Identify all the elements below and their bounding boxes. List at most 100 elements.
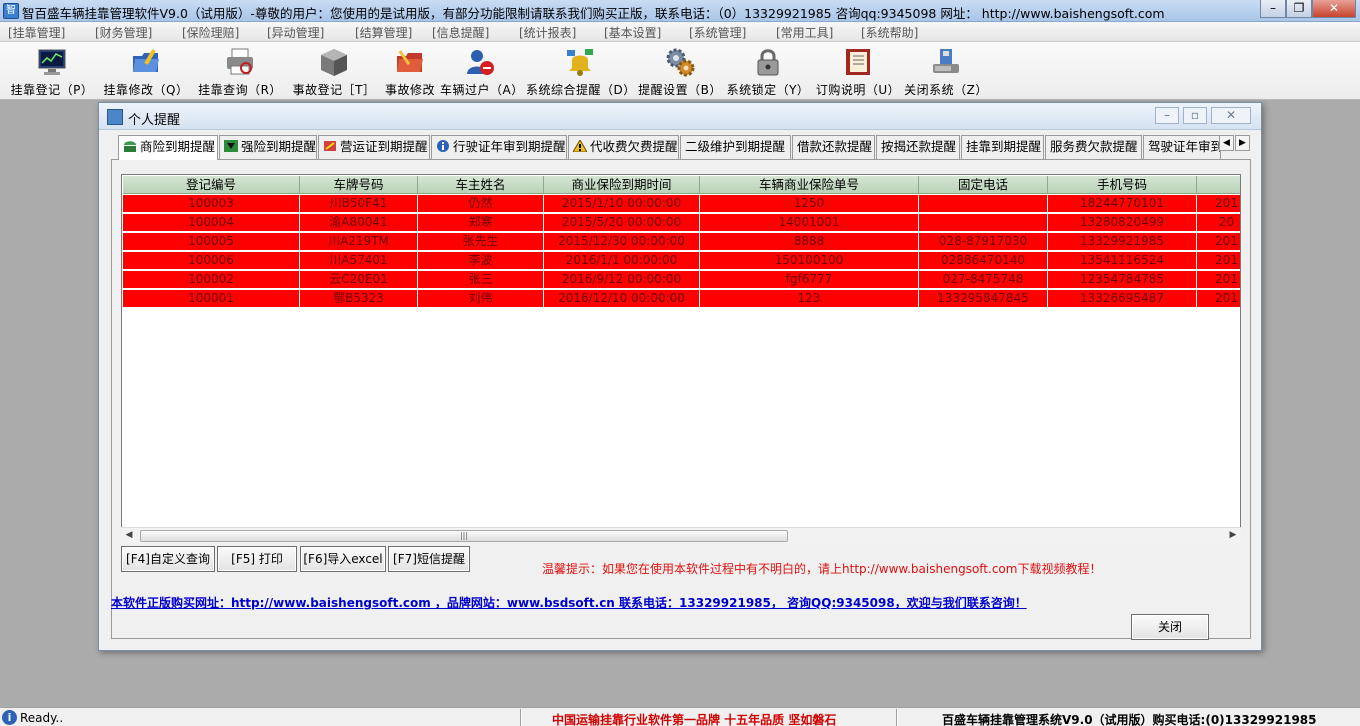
import-excel-button[interactable]: [F6]导入excel [300, 546, 386, 572]
toolbar-query-button[interactable]: 挂靠查询（R） [194, 44, 286, 98]
help-tip: 温馨提示：如果您在使用本软件过程中有不明白的，请上http://www.bais… [542, 562, 1102, 576]
down-arrow-icon [224, 140, 238, 152]
cell-policy: 14001001 [700, 214, 919, 231]
cell-mobile: 13326695487 [1048, 290, 1197, 307]
menu-item-settlement[interactable]: [结算管理] [355, 24, 412, 41]
dialog-maximize-button[interactable]: ▫ [1183, 107, 1207, 124]
toolbar-transfer-button[interactable]: 车辆过户（A） [440, 44, 523, 98]
tab-strip: 商险到期提醒 强险到期提醒 营运证到期提醒 行驶证年审到期提醒 代收费欠费提醒 … [118, 135, 1253, 160]
menu-item-reports[interactable]: [统计报表] [519, 24, 576, 41]
toolbar: 挂靠登记（P） 挂靠修改（Q） 挂靠查询（R） 事故登记［T］ 事故修改 车辆过… [0, 42, 1360, 100]
cell-expiry: 2015/12/30 00:00:00 [544, 233, 700, 250]
scroll-right-arrow-icon[interactable]: ▶ [1225, 528, 1241, 543]
tab-guakao-expiry[interactable]: 挂靠到期提醒 [961, 135, 1044, 159]
tab-scroll-left-button[interactable]: ◀ [1219, 135, 1234, 151]
menu-item-reminder[interactable]: [信息提醒] [432, 24, 489, 41]
box-icon [321, 49, 347, 76]
tab-loan-repayment[interactable]: 借款还款提醒 [792, 135, 875, 159]
menu-item-finance[interactable]: [财务管理] [95, 24, 152, 41]
cell-next: 201 [1197, 252, 1240, 269]
tab-driving-license-review[interactable]: 行驶证年审到期提醒 [431, 135, 567, 159]
cell-next: 201 [1197, 290, 1240, 307]
cell-phone: 028-87917030 [919, 233, 1048, 250]
tab-label: 代收费欠费提醒 [590, 139, 678, 154]
title-bar: 智 智百盛车辆挂靠管理软件V9.0（试用版）-尊敬的用户：您使用的是试用版，有部… [0, 0, 1360, 22]
scroll-left-arrow-icon[interactable]: ◀ [121, 528, 137, 543]
toolbar-order-info-button[interactable]: 订购说明（U） [814, 44, 902, 98]
menu-item-change[interactable]: [异动管理] [267, 24, 324, 41]
menu-item-system[interactable]: [系统管理] [689, 24, 746, 41]
menu-item-settings[interactable]: [基本设置] [604, 24, 661, 41]
cell-owner: 张三 [418, 271, 544, 288]
toolbar-exit-button[interactable]: 关闭系统（Z） [904, 44, 988, 98]
dialog-minimize-button[interactable]: – [1155, 107, 1179, 124]
cell-id: 100004 [123, 214, 300, 231]
info-icon: i [2, 710, 17, 725]
cell-owner: 仍然 [418, 195, 544, 212]
restore-button[interactable]: ❐ [1286, 0, 1312, 18]
menu-item-help[interactable]: [系统帮助] [861, 24, 918, 41]
toolbar-label: 关闭系统（Z） [904, 83, 988, 97]
toolbar-label: 事故登记［T］ [292, 83, 376, 97]
warning-icon [573, 140, 587, 152]
cell-next: 201 [1197, 233, 1240, 250]
scroll-thumb[interactable]: ||| [140, 530, 788, 542]
toolbar-lock-button[interactable]: 系统锁定（Y） [726, 44, 810, 98]
column-header[interactable]: 固定电话 [919, 176, 1048, 194]
column-header[interactable]: 车牌号码 [300, 176, 418, 194]
toolbar-edit-button[interactable]: 挂靠修改（Q） [100, 44, 192, 98]
reminder-grid: 登记编号 车牌号码 车主姓名 商业保险到期时间 车辆商业保险单号 固定电话 手机… [121, 174, 1241, 543]
toolbar-label: 订购说明（U） [815, 83, 901, 97]
purchase-info-link[interactable]: 本软件正版购买网址：http://www.baishengsoft.com ，品… [111, 594, 1027, 611]
close-window-button[interactable]: ✕ [1312, 0, 1356, 18]
cell-expiry: 2015/5/20 00:00:00 [544, 214, 700, 231]
toolbar-reminder-settings-button[interactable]: 提醒设置（B） [638, 44, 722, 98]
sms-reminder-button[interactable]: [F7]短信提醒 [388, 546, 470, 572]
toolbar-label: 事故修改 [384, 83, 435, 97]
cell-id: 100003 [123, 195, 300, 212]
minimize-button[interactable]: – [1260, 0, 1286, 18]
column-header[interactable]: 车辆商业保险单号 [700, 176, 919, 194]
column-header[interactable]: 车主姓名 [418, 176, 544, 194]
cell-plate: 渝A80041 [300, 214, 418, 231]
status-slogan: 中国运输挂靠行业软件第一品牌 十五年品质 坚如磐石 [552, 713, 837, 726]
column-header[interactable]: 手机号码 [1048, 176, 1197, 194]
column-header[interactable] [1197, 176, 1240, 194]
tab-label: 商险到期提醒 [140, 139, 216, 154]
toolbar-accident-register-button[interactable]: 事故登记［T］ [288, 44, 380, 98]
tab-scroll-right-button[interactable]: ▶ [1235, 135, 1250, 151]
tab-mortgage-repayment[interactable]: 按揭还款提醒 [876, 135, 960, 159]
tab-maintenance[interactable]: 二级维护到期提醒 [680, 135, 791, 159]
tab-commercial-insurance[interactable]: 商险到期提醒 [118, 135, 218, 160]
close-dialog-button[interactable]: 关闭 [1131, 614, 1209, 640]
status-separator [896, 709, 898, 726]
tab-compulsory-insurance[interactable]: 强险到期提醒 [219, 135, 317, 159]
tab-fee-arrears[interactable]: 代收费欠费提醒 [568, 135, 679, 159]
toolbar-label: 系统锁定（Y） [726, 83, 810, 97]
custom-query-button[interactable]: [F4]自定义查询 [121, 546, 215, 572]
toolbar-register-button[interactable]: 挂靠登记（P） [6, 44, 98, 98]
toolbar-label: 挂靠修改（Q） [103, 83, 189, 97]
menu-item-insurance[interactable]: [保险理赔] [182, 24, 239, 41]
cell-mobile: 13280820499 [1048, 214, 1197, 231]
cell-expiry: 2016/1/1 00:00:00 [544, 252, 700, 269]
column-header[interactable]: 登记编号 [123, 176, 300, 194]
menu-item-guakao[interactable]: [挂靠管理] [8, 24, 65, 41]
toolbar-system-reminder-button[interactable]: 系统综合提醒（D） [526, 44, 636, 98]
tab-operating-license[interactable]: 营运证到期提醒 [318, 135, 430, 159]
print-button[interactable]: [F5] 打印 [217, 546, 297, 572]
cell-id: 100005 [123, 233, 300, 250]
column-header[interactable]: 商业保险到期时间 [544, 176, 700, 194]
tab-driver-license-review[interactable]: 驾驶证年审到期提醒 [1143, 135, 1221, 159]
toolbar-label: 系统综合提醒（D） [526, 83, 636, 97]
tab-label: 服务费欠款提醒 [1050, 139, 1138, 154]
book-icon [846, 49, 870, 75]
toolbar-accident-edit-button[interactable]: 事故修改 [382, 44, 438, 98]
menu-item-tools[interactable]: [常用工具] [776, 24, 833, 41]
dialog-close-button[interactable]: ✕ [1211, 107, 1251, 124]
status-ready: Ready.. [20, 711, 64, 725]
cell-phone [919, 195, 1048, 212]
tab-service-fee-arrears[interactable]: 服务费欠款提醒 [1045, 135, 1142, 159]
horizontal-scrollbar[interactable]: ◀ ||| ▶ [121, 527, 1241, 543]
dialog-app-icon [107, 109, 123, 125]
